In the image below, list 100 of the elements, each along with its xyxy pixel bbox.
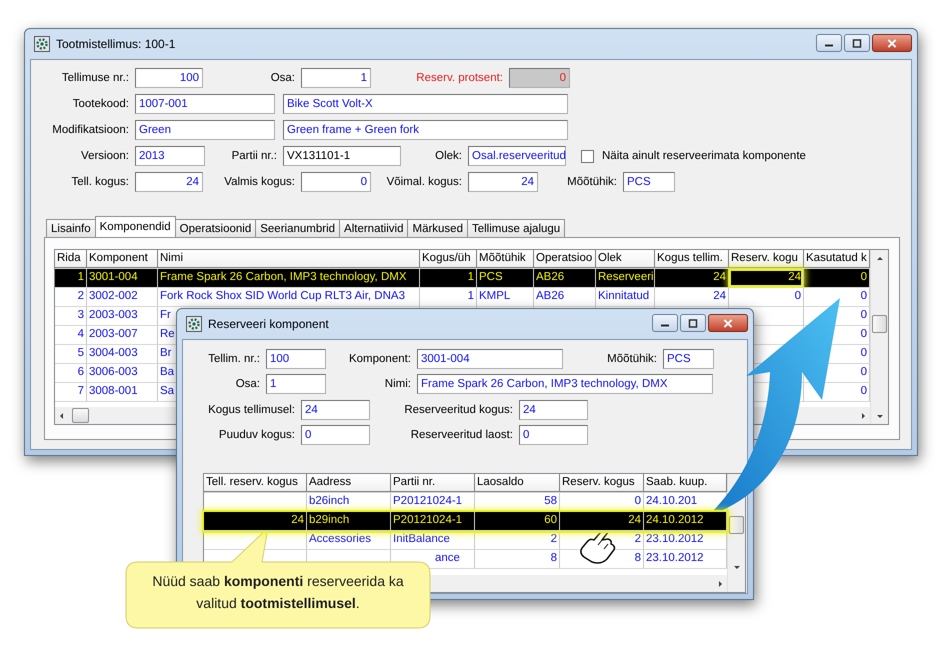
field-label: Tellimuse nr.: bbox=[60, 72, 129, 84]
input-field[interactable]: 2013 bbox=[135, 146, 205, 166]
field-label: Partii nr.: bbox=[230, 150, 277, 162]
scrollbar-thumb[interactable] bbox=[729, 516, 744, 534]
field-label: Osa: bbox=[270, 72, 295, 84]
column-header[interactable]: Mõõtühik bbox=[477, 250, 534, 268]
table-cell: 3006-003 bbox=[87, 364, 158, 382]
input-field[interactable]: Green frame + Green fork bbox=[283, 120, 568, 140]
column-header[interactable]: Komponent bbox=[87, 250, 158, 268]
table-cell: Reserveeri bbox=[596, 269, 655, 287]
table-row[interactable]: 1 3001-004 Frame Spark 26 Carbon, IMP3 technology, DMX 1 PCS AB26 Reserveeri 24 24 0 bbox=[55, 269, 870, 288]
input-field[interactable]: Osal.reserveeritud bbox=[468, 146, 566, 166]
field-label: Kogus tellimusel: bbox=[207, 404, 295, 416]
input-field[interactable]: 0 bbox=[301, 424, 370, 445]
input-field[interactable]: 1 bbox=[266, 374, 326, 394]
field-label: Tootekood: bbox=[72, 98, 129, 110]
table-cell: 24 bbox=[560, 512, 644, 530]
input-field[interactable]: Green bbox=[135, 120, 275, 140]
column-header[interactable]: Rida bbox=[55, 250, 87, 268]
field-label: Valmis kogus: bbox=[223, 176, 295, 188]
field-label: Reserv. protsent: bbox=[415, 72, 503, 84]
scrollbar-thumb[interactable] bbox=[872, 315, 887, 333]
table-cell: 24 bbox=[729, 269, 804, 287]
checkbox-label: Näita ainult reserveerimata komponente bbox=[602, 150, 806, 162]
table-cell: 1 bbox=[55, 269, 87, 287]
maximize-button[interactable] bbox=[844, 34, 870, 52]
field-label: Versioon: bbox=[80, 150, 129, 162]
input-field[interactable]: PCS bbox=[623, 172, 675, 192]
table-cell: P20121024-1 bbox=[391, 512, 475, 530]
field-label: Reserveeritud laost: bbox=[410, 428, 513, 441]
column-header[interactable]: Partii nr. bbox=[391, 474, 475, 492]
tab[interactable]: Märkused bbox=[407, 219, 468, 237]
vertical-scrollbar[interactable] bbox=[870, 250, 888, 424]
table-cell: 2003-007 bbox=[87, 326, 158, 344]
close-button[interactable] bbox=[708, 314, 748, 332]
table-cell: 0 bbox=[729, 288, 804, 306]
column-header[interactable]: Aadress bbox=[307, 474, 391, 492]
minimize-button[interactable] bbox=[816, 34, 842, 52]
column-header[interactable]: Operatsioo bbox=[534, 250, 596, 268]
tab[interactable]: Alternatiivid bbox=[339, 219, 408, 237]
close-icon bbox=[722, 318, 734, 328]
column-header[interactable]: Kogus tellim. bbox=[655, 250, 729, 268]
table-cell: 24 bbox=[655, 269, 729, 287]
table-cell: 1 bbox=[420, 288, 477, 306]
right-arrow-icon bbox=[859, 412, 867, 420]
table-row[interactable]: 24 b29inch P20121024-1 60 24 24.10.2012 bbox=[204, 512, 727, 531]
checkbox[interactable] bbox=[581, 150, 594, 162]
tab[interactable]: Komponendid bbox=[94, 216, 176, 237]
scrollbar-thumb[interactable] bbox=[72, 408, 89, 423]
table-row[interactable]: 2 3002-002 Fork Rock Shox SID World Cup RLT3 Air, DNA3 1 KMPL AB26 Kinnitatud 24 0 0 bbox=[55, 288, 870, 307]
column-header[interactable]: Nimi bbox=[158, 250, 420, 268]
field-label: Modifikatsioon: bbox=[51, 124, 129, 136]
input-field[interactable]: 24 bbox=[468, 172, 538, 192]
input-field[interactable]: 1007-001 bbox=[135, 94, 275, 114]
input-field[interactable]: 1 bbox=[301, 68, 371, 88]
input-field[interactable]: Bike Scott Volt-X bbox=[283, 94, 568, 114]
table-cell: 60 bbox=[475, 512, 560, 530]
table-cell: 2 bbox=[55, 288, 87, 306]
column-header[interactable]: Reserv. kogus bbox=[560, 474, 644, 492]
tab[interactable]: Seerianumbrid bbox=[255, 219, 340, 237]
column-header[interactable]: Kasutatud k bbox=[804, 250, 870, 268]
input-field[interactable]: 100 bbox=[266, 349, 326, 370]
minimize-button[interactable] bbox=[652, 314, 678, 332]
input-field[interactable]: 100 bbox=[135, 68, 203, 88]
field-label: Mõõtühik: bbox=[606, 353, 657, 366]
maximize-button[interactable] bbox=[680, 314, 706, 332]
column-header[interactable]: Tell. reserv. kogus bbox=[204, 474, 307, 492]
input-field[interactable]: Frame Spark 26 Carbon, IMP3 technology, DMX bbox=[417, 374, 713, 394]
field-label: Reserveeritud kogus: bbox=[403, 404, 513, 416]
input-field[interactable]: 0 bbox=[301, 172, 371, 192]
field-label: Võimal. kogus: bbox=[386, 176, 462, 188]
field-label: Mõõtühik: bbox=[566, 176, 617, 188]
input-field[interactable]: 24 bbox=[519, 400, 588, 420]
table-cell: Kinnitatud bbox=[596, 288, 655, 306]
input-field[interactable]: PCS bbox=[663, 349, 714, 370]
tab[interactable]: Operatsioonid bbox=[174, 219, 256, 237]
input-field[interactable]: 24 bbox=[301, 400, 370, 420]
table-cell: 2003-003 bbox=[87, 307, 158, 325]
column-header[interactable]: Olek bbox=[596, 250, 655, 268]
column-header[interactable]: Laosaldo bbox=[475, 474, 560, 492]
maximize-icon bbox=[851, 38, 863, 48]
tab[interactable]: Lisainfo bbox=[46, 219, 96, 237]
tab[interactable]: Tellimuse ajalugu bbox=[466, 219, 566, 237]
input-field[interactable]: 3001-004 bbox=[417, 349, 563, 370]
input-field[interactable]: 0 bbox=[519, 424, 588, 445]
table-cell: 8 bbox=[475, 550, 560, 568]
field-label: Tell. kogus: bbox=[70, 176, 129, 188]
maximize-icon bbox=[687, 318, 699, 328]
column-header[interactable]: Saab. kuup. bbox=[644, 474, 727, 492]
table-cell: 2 bbox=[475, 531, 560, 549]
column-header[interactable]: Reserv. kogu bbox=[729, 250, 804, 268]
input-field[interactable]: VX131101-1 bbox=[283, 146, 401, 166]
input-field[interactable]: 24 bbox=[135, 172, 203, 192]
table-cell: 3001-004 bbox=[87, 269, 158, 287]
table-cell: 24 bbox=[655, 288, 729, 306]
close-icon bbox=[886, 38, 898, 48]
column-header[interactable]: Kogus/üh bbox=[420, 250, 477, 268]
close-button[interactable] bbox=[872, 34, 912, 52]
table-cell: AB26 bbox=[534, 269, 596, 287]
field-label: Komponent: bbox=[348, 353, 411, 366]
